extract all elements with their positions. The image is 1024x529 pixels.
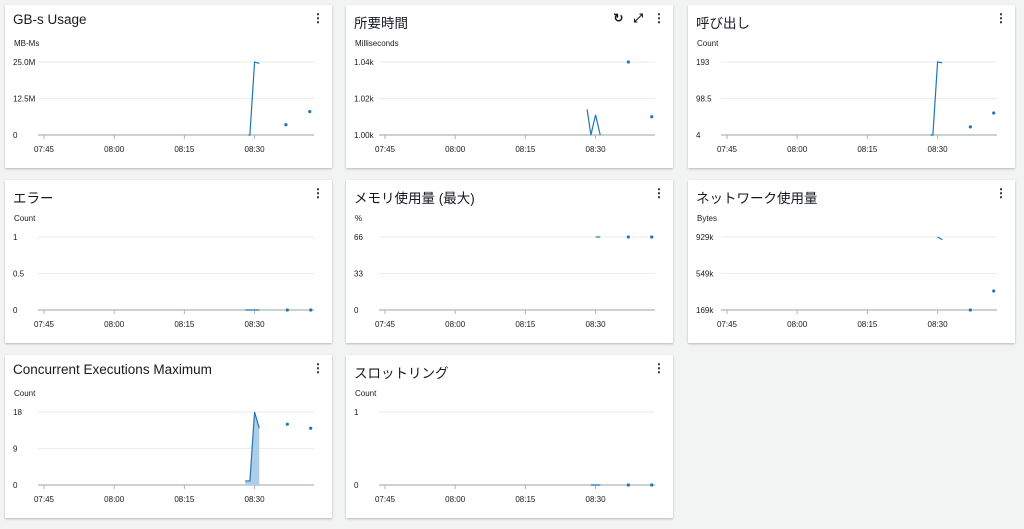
chart: 169k 549k 929k 07:45 08:00 08:15 08:30 xyxy=(696,233,997,329)
widget-7: Concurrent Executions Maximum Count ⋮ 0 9 1… xyxy=(5,355,332,518)
x-tick-label: 08:30 xyxy=(928,145,949,154)
x-tick-label: 08:15 xyxy=(857,145,878,154)
y-tick-label: 193 xyxy=(696,58,710,67)
y-tick-label: 33 xyxy=(354,270,363,279)
chart: 1.00k 1.02k 1.04k 07:45 08:00 08:15 08:30 xyxy=(354,58,655,154)
x-tick-label: 07:45 xyxy=(717,320,738,329)
y-tick-label: 12.5M xyxy=(13,95,36,104)
x-tick-label: 08:30 xyxy=(245,320,266,329)
widget-1: GB-s Usage MB-Ms ⋮ 0 12.5M 25.0M 07:45 08:00 0… xyxy=(5,5,332,168)
data-point xyxy=(626,483,630,487)
y-tick-label: 0 xyxy=(354,306,359,315)
y-tick-label: 0.5 xyxy=(13,270,25,279)
x-tick-label: 08:15 xyxy=(515,495,536,504)
data-point xyxy=(650,115,654,119)
y-tick-label: 929k xyxy=(696,233,714,242)
x-tick-label: 07:45 xyxy=(34,495,55,504)
data-point xyxy=(285,308,289,312)
x-tick-label: 07:45 xyxy=(34,145,55,154)
widget-3: 呼び出し Count ⋮ 4 98.5 193 07:45 08:00 08:15 08:30 xyxy=(688,5,1015,168)
y-tick-label: 1.02k xyxy=(354,95,375,104)
data-point xyxy=(308,110,312,114)
x-tick-label: 07:45 xyxy=(375,495,396,504)
data-point xyxy=(968,125,972,129)
widget-8: スロットリング Count ⋮ 0 1 07:45 08:00 08:15 08:30 xyxy=(346,355,673,518)
y-tick-label: 0 xyxy=(13,306,18,315)
y-tick-label: 1 xyxy=(354,408,359,417)
y-tick-label: 549k xyxy=(696,270,714,279)
y-tick-label: 0 xyxy=(13,481,18,490)
chart: 4 98.5 193 07:45 08:00 08:15 08:30 xyxy=(696,58,997,154)
x-tick-label: 08:00 xyxy=(787,145,808,154)
y-tick-label: 169k xyxy=(696,306,714,315)
x-tick-label: 08:00 xyxy=(445,145,466,154)
y-tick-label: 4 xyxy=(696,131,701,140)
data-point xyxy=(284,123,288,127)
data-point xyxy=(309,426,313,430)
widget-6: ネットワーク使用量 Bytes ⋮ 169k 549k 929k 07:45 08:00 0… xyxy=(688,180,1015,343)
x-tick-label: 08:30 xyxy=(245,495,266,504)
x-tick-label: 07:45 xyxy=(375,320,396,329)
x-tick-label: 08:15 xyxy=(857,320,878,329)
chart: 0 9 18 07:45 08:00 08:15 08:30 xyxy=(13,408,314,504)
x-tick-label: 08:15 xyxy=(515,145,536,154)
data-point xyxy=(626,60,630,64)
x-tick-label: 08:00 xyxy=(445,320,466,329)
x-tick-label: 07:45 xyxy=(34,320,55,329)
x-tick-label: 08:30 xyxy=(928,320,949,329)
y-tick-label: 1.00k xyxy=(354,131,375,140)
y-tick-label: 66 xyxy=(354,233,363,242)
x-tick-label: 08:30 xyxy=(586,320,607,329)
data-point xyxy=(992,289,996,293)
y-tick-label: 1 xyxy=(13,233,18,242)
x-tick-label: 08:15 xyxy=(174,145,195,154)
x-tick-label: 08:00 xyxy=(104,320,125,329)
widget-4: エラー Count ⋮ 0 0.5 1 07:45 08:00 08:15 08:30 xyxy=(5,180,332,343)
y-tick-label: 18 xyxy=(13,408,22,417)
data-point xyxy=(285,422,289,426)
y-tick-label: 0 xyxy=(13,131,18,140)
data-point xyxy=(968,308,972,312)
x-tick-label: 08:15 xyxy=(174,320,195,329)
chart: 0 1 07:45 08:00 08:15 08:30 xyxy=(354,408,655,504)
x-tick-label: 08:30 xyxy=(586,145,607,154)
y-tick-label: 98.5 xyxy=(696,95,712,104)
y-tick-label: 25.0M xyxy=(13,58,36,67)
x-tick-label: 08:30 xyxy=(245,145,266,154)
x-tick-label: 08:30 xyxy=(586,495,607,504)
data-point xyxy=(309,308,313,312)
data-point xyxy=(650,483,654,487)
data-point xyxy=(626,235,630,239)
x-tick-label: 07:45 xyxy=(717,145,738,154)
data-point xyxy=(992,111,996,115)
chart: 0 12.5M 25.0M 07:45 08:00 08:15 08:30 xyxy=(13,58,314,154)
x-tick-label: 07:45 xyxy=(375,145,396,154)
y-tick-label: 1.04k xyxy=(354,58,375,67)
x-tick-label: 08:00 xyxy=(445,495,466,504)
x-tick-label: 08:00 xyxy=(787,320,808,329)
series-line xyxy=(586,109,601,136)
x-tick-label: 08:00 xyxy=(104,495,125,504)
chart: 0 33 66 07:45 08:00 08:15 08:30 xyxy=(354,233,655,329)
x-tick-label: 08:15 xyxy=(515,320,536,329)
y-tick-label: 0 xyxy=(354,481,359,490)
chart: 0 0.5 1 07:45 08:00 08:15 08:30 xyxy=(13,233,314,329)
y-tick-label: 9 xyxy=(13,445,18,454)
data-point xyxy=(650,235,654,239)
widget-2: 所要時間 Milliseconds ↻ ⤢ ⋮ 1.00k 1.02k 1.04k 07:4… xyxy=(346,5,673,168)
x-tick-label: 08:15 xyxy=(174,495,195,504)
x-tick-label: 08:00 xyxy=(104,145,125,154)
widget-5: メモリ使用量 (最大) % ⋮ 0 33 66 07:45 08:00 08:15 08:30 xyxy=(346,180,673,343)
